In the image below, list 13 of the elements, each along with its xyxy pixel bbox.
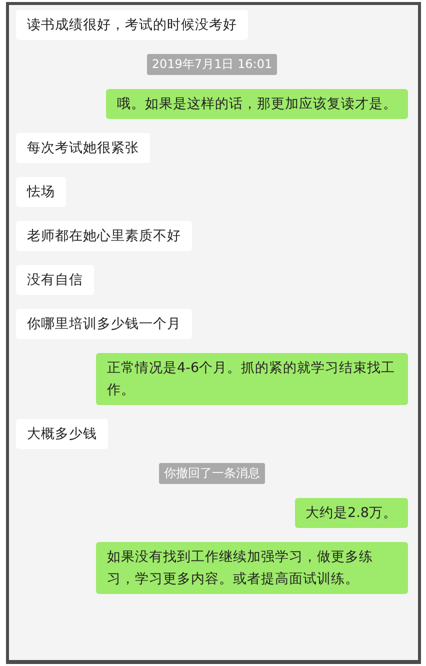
sent-message-bubble: 正常情况是4-6个月。抓的紧的就学习结束找工作。 (96, 353, 408, 405)
received-message-bubble: 没有自信 (16, 265, 94, 295)
received-message-bubble: 读书成绩很好，考试的时候没考好 (16, 10, 248, 40)
received-message-bubble: 你哪里培训多少钱一个月 (16, 309, 192, 339)
received-message-bubble: 怯场 (16, 177, 66, 207)
system-notice: 你撤回了一条消息 (159, 463, 265, 484)
received-message-bubble: 每次考试她很紧张 (16, 133, 150, 163)
received-message-bubble: 大概多少钱 (16, 419, 108, 449)
sent-message-bubble: 哦。如果是这样的话，那更加应该复读才是。 (106, 89, 408, 119)
sent-message-bubble: 如果没有找到工作继续加强学习，做更多练习，学习更多内容。或者提高面试训练。 (96, 542, 408, 594)
sent-message-bubble: 大约是2.8万。 (294, 498, 408, 528)
received-message-bubble: 老师都在她心里素质不好 (16, 221, 192, 251)
timestamp: 2019年7月1日 16:01 (146, 54, 278, 75)
